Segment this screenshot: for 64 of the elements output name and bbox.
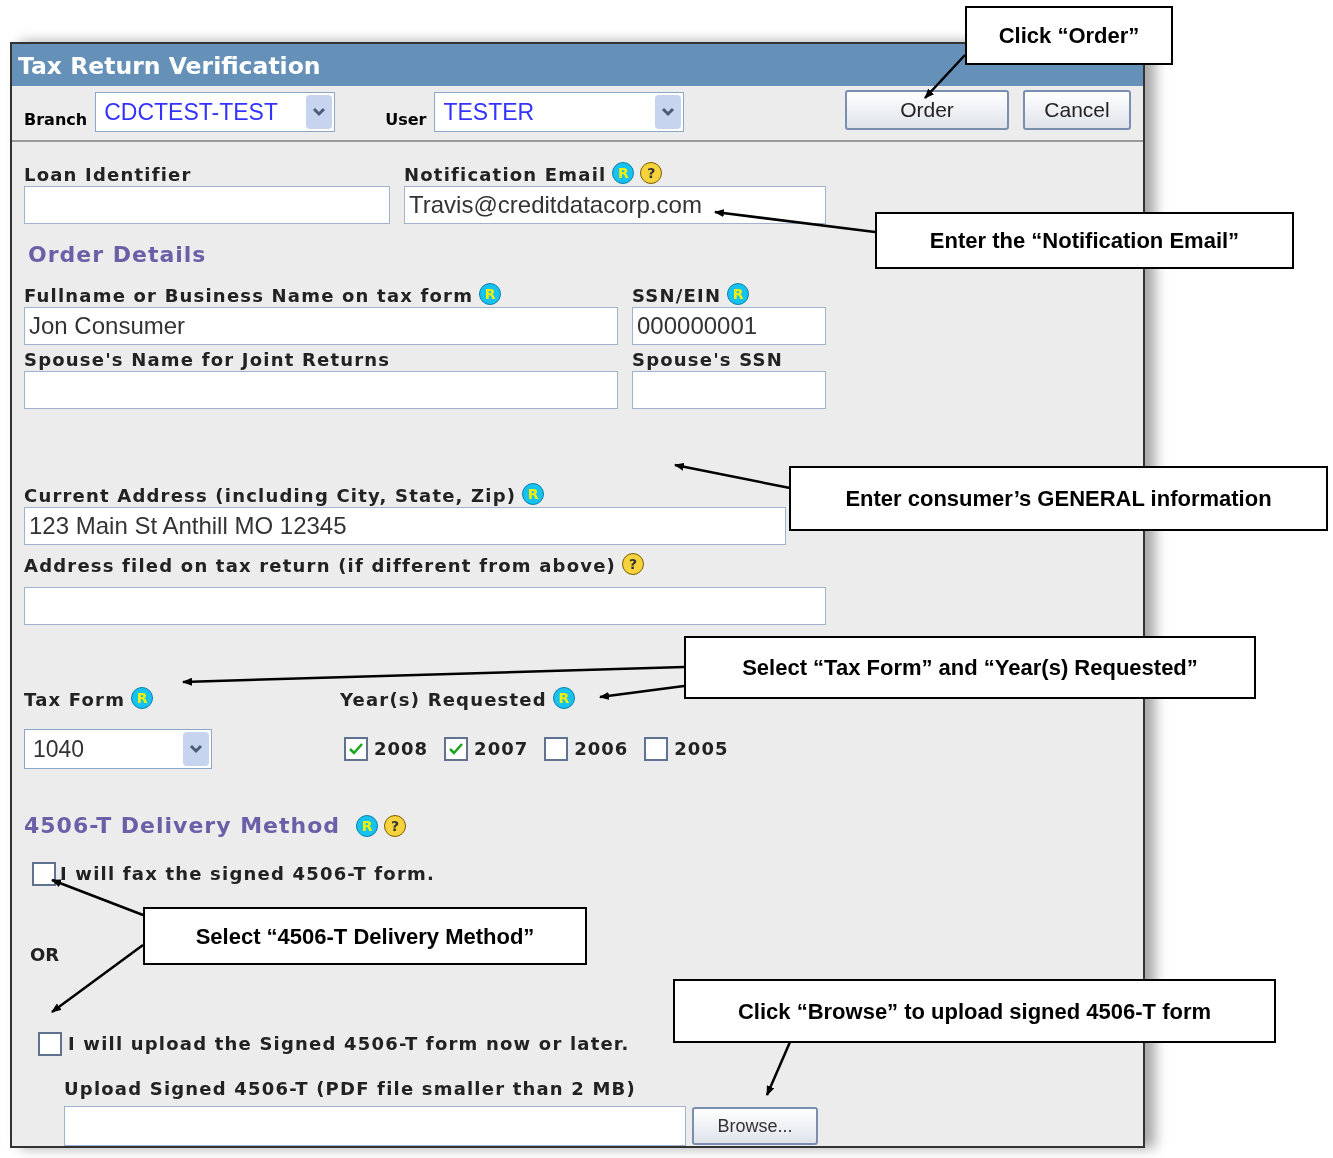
checkmark-icon	[348, 741, 364, 756]
help-icon: ?	[384, 814, 407, 837]
callout-box: Select “4506-T Delivery Method”	[143, 907, 587, 965]
cancel-button[interactable]: Cancel	[1023, 90, 1131, 130]
field-label: Address filed on tax return (if different from above)	[24, 557, 616, 575]
field-label: Notification Email	[404, 166, 607, 184]
field-label: Fullname or Business Name on tax form	[24, 287, 474, 305]
checkbox[interactable]	[644, 736, 669, 761]
dropdown[interactable]: TESTER	[434, 92, 685, 132]
checkbox[interactable]	[344, 736, 368, 761]
callout-box: Select “Tax Form” and “Year(s) Requested”	[684, 636, 1256, 699]
input-field[interactable]: Travis@creditdatacorp.com	[404, 186, 826, 224]
field-label: Loan Identifier	[24, 166, 192, 184]
required-icon: R	[727, 283, 750, 305]
required-icon: R	[131, 687, 154, 709]
browse-button[interactable]: Browse...	[692, 1107, 818, 1145]
checkbox-label: 2006	[574, 737, 629, 761]
input-field[interactable]: Jon Consumer	[24, 307, 618, 345]
field-label: Spouse's Name for Joint Returns	[24, 351, 391, 369]
order-button[interactable]: Order	[845, 90, 1009, 130]
arrow	[765, 1041, 792, 1096]
input-field[interactable]	[24, 587, 826, 625]
field-label: Spouse's SSN	[632, 351, 784, 369]
callout-box: Click “Order”	[965, 6, 1173, 65]
section-heading: Order Details	[28, 241, 207, 269]
required-icon: R	[522, 483, 545, 505]
or-label: OR	[30, 943, 60, 967]
input-field[interactable]: 000000001	[632, 307, 826, 345]
window-title: Tax Return Verification	[18, 51, 321, 83]
callout-box: Enter consumer’s GENERAL information	[789, 466, 1328, 531]
callout-box: Click “Browse” to upload signed 4506-T form	[673, 979, 1276, 1043]
checkbox[interactable]	[444, 736, 469, 761]
checkbox-label: I will upload the Signed 4506-T form now or later.	[68, 1032, 630, 1056]
required-icon: R	[479, 283, 502, 305]
checkbox-label: 2008	[374, 737, 429, 761]
checkbox-label: 2007	[474, 737, 529, 761]
arrow	[924, 54, 966, 99]
field-label: Branch	[24, 109, 88, 131]
input-field[interactable]	[24, 186, 390, 224]
dropdown[interactable]: CDCTEST-TEST	[95, 92, 336, 132]
required-icon: R	[552, 687, 575, 709]
input-field[interactable]: 123 Main St Anthill MO 12345	[24, 507, 786, 545]
checkbox-label: 2005	[674, 737, 729, 761]
field-label: Year(s) Requested	[340, 691, 547, 709]
required-icon: R	[356, 814, 379, 837]
field-label: User	[385, 109, 427, 131]
checkbox[interactable]	[544, 736, 569, 761]
callout-box: Enter the “Notification Email”	[875, 212, 1294, 269]
section-heading: 4506-T Delivery Method	[24, 812, 341, 840]
field-label: Tax Form	[24, 691, 126, 709]
checkbox-label: I will fax the signed 4506-T form.	[60, 862, 435, 886]
input-field[interactable]	[24, 371, 618, 409]
required-icon: R	[612, 162, 635, 184]
dropdown[interactable]: 1040	[24, 729, 212, 769]
input-field[interactable]	[64, 1106, 686, 1146]
help-icon: ?	[640, 162, 663, 184]
field-label: Upload Signed 4506-T (PDF file smaller than 2 MB)	[64, 1077, 636, 1101]
checkbox[interactable]	[32, 861, 56, 886]
help-icon: ?	[622, 553, 644, 575]
checkbox[interactable]	[38, 1031, 62, 1056]
checkmark-icon	[448, 741, 465, 756]
field-label: Current Address (including City, State, Zip)	[24, 487, 517, 505]
input-field[interactable]	[632, 371, 826, 409]
field-label: SSN/EIN	[632, 287, 722, 305]
